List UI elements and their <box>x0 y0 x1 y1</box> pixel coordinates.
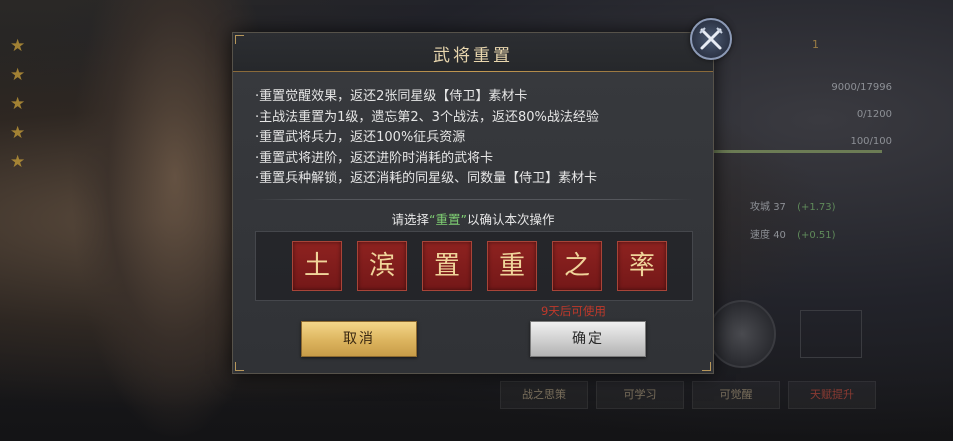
character-selection-box: 土 滨 置 重 之 率 <box>255 231 693 301</box>
tab-talent: 天赋提升 <box>788 381 876 409</box>
cancel-button[interactable]: 取消 <box>301 321 417 357</box>
reset-rules-list: ·重置觉醒效果，返还2张同星级【侍卫】素材卡 ·主战法重置为1级，遗忘第2、3个… <box>255 87 695 190</box>
stat-bar-value: 0/1200 <box>856 109 892 120</box>
tab-learnable: 可学习 <box>596 381 684 409</box>
dialog-title: 武将重置 <box>433 46 513 66</box>
character-tile[interactable]: 置 <box>422 241 472 291</box>
stat-value: 37 <box>773 202 786 213</box>
character-tile[interactable]: 率 <box>617 241 667 291</box>
stat-bar-row: 0/1200 <box>712 109 892 129</box>
rule-item: ·重置武将兵力，返还100%征兵资源 <box>255 130 466 145</box>
reset-general-dialog: 武将重置 ·重置觉醒效果，返还2张同星级【侍卫】素材卡 ·主战法重置为1级，遗忘… <box>232 32 714 374</box>
prompt-text: 请选择 <box>391 212 430 227</box>
corner-ornament <box>702 362 711 371</box>
dialog-header: 武将重置 <box>233 33 713 72</box>
crossed-swords-icon <box>699 27 723 50</box>
stat-speed: 速度 40 (+0.51) <box>750 226 836 241</box>
star-icon: ★ <box>10 65 26 85</box>
skill-avatar <box>708 300 776 368</box>
character-tile[interactable]: 之 <box>552 241 602 291</box>
cooldown-notice: 9天后可使用 <box>541 304 606 318</box>
stat-bonus: (+1.73) <box>797 202 836 213</box>
rule-item: ·重置武将进阶，返还进阶时消耗的武将卡 <box>255 150 494 166</box>
stat-bar-value: 9000/17996 <box>831 82 892 93</box>
confirm-button[interactable]: 确定 <box>530 321 646 357</box>
character-tile[interactable]: 滨 <box>357 241 407 291</box>
confirm-prompt: 请选择“重置”以确认本次操作 <box>233 209 713 228</box>
stat-value: 40 <box>773 230 786 241</box>
stat-label: 速度 <box>750 230 770 241</box>
rule-item: ·重置觉醒效果，返还2张同星级【侍卫】素材卡 <box>255 89 528 104</box>
tab-awaken: 可觉醒 <box>692 381 780 409</box>
troop-bar <box>712 150 882 153</box>
tab-strategy: 战之思策 <box>500 381 588 409</box>
close-button[interactable] <box>690 18 732 60</box>
stat-siege: 攻城 37 (+1.73) <box>750 198 836 213</box>
character-tile[interactable]: 重 <box>487 241 537 291</box>
prompt-text: 以确认本次操作 <box>466 212 555 227</box>
star-icon: ★ <box>10 36 26 56</box>
stat-bonus: (+0.51) <box>797 230 836 241</box>
stat-bar-row: 9000/17996 <box>712 82 892 102</box>
stat-bar-row: 100/100 <box>712 136 892 156</box>
character-row: 土 滨 置 重 之 率 <box>292 241 667 291</box>
stat-bar-value: 100/100 <box>850 136 892 147</box>
star-icon: ★ <box>10 94 26 114</box>
rule-item: ·主战法重置为1级，遗忘第2、3个战法，返还80%战法经验 <box>255 109 599 125</box>
prompt-keyword: “重置” <box>429 212 467 227</box>
bottom-tab-bar: 战之思策 可学习 可觉醒 天赋提升 <box>500 381 876 409</box>
stat-label: 攻城 <box>750 202 770 213</box>
skill-slot <box>800 310 862 358</box>
character-tile[interactable]: 土 <box>292 241 342 291</box>
divider <box>253 199 693 200</box>
level-hint: 1 <box>812 38 819 51</box>
corner-ornament <box>235 362 244 371</box>
corner-ornament <box>235 35 244 44</box>
star-rank-column: ★ ★ ★ ★ ★ <box>10 38 25 171</box>
star-icon: ★ <box>10 152 26 172</box>
star-icon: ★ <box>10 123 26 143</box>
rule-item: ·重置兵种解锁，返还消耗的同星级、同数量【侍卫】素材卡 <box>255 171 598 186</box>
